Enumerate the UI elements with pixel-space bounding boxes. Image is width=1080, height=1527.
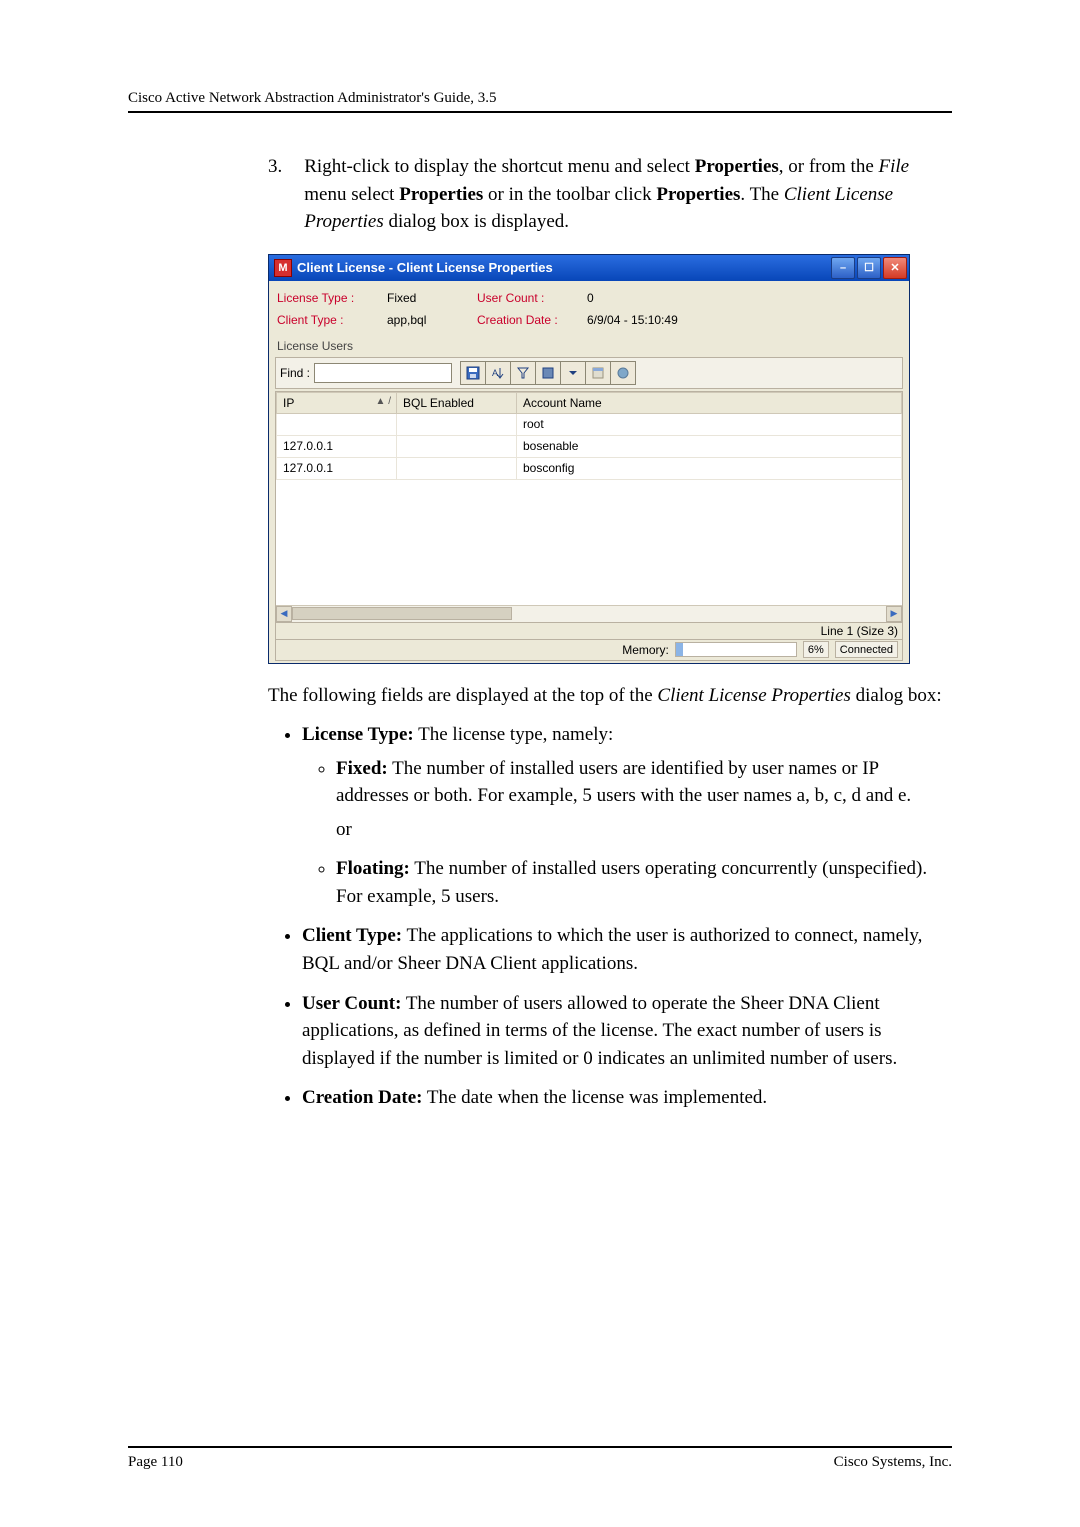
t: The number of installed users are identi… xyxy=(336,758,911,807)
table-row[interactable]: root xyxy=(277,413,902,435)
dropdown-icon[interactable] xyxy=(560,361,586,385)
t: , or from the xyxy=(779,156,879,177)
t: Client Type: xyxy=(302,925,402,946)
scroll-right-icon[interactable]: ▶ xyxy=(886,606,902,622)
page-footer: Page 110 Cisco Systems, Inc. xyxy=(128,1446,952,1471)
col-ip[interactable]: IP ▲ / xyxy=(277,392,397,413)
t: Properties xyxy=(656,184,740,205)
filter-icon[interactable] xyxy=(510,361,536,385)
t: Creation Date: xyxy=(302,1087,422,1108)
status-bar: Memory: 6% Connected xyxy=(275,640,903,661)
table-row[interactable]: 127.0.0.1 bosconfig xyxy=(277,457,902,479)
horizontal-scrollbar[interactable]: ◀ ▶ xyxy=(276,605,902,622)
t: menu select xyxy=(304,184,399,205)
memory-bar xyxy=(675,642,797,657)
t: or in the toolbar click xyxy=(483,184,656,205)
t: The following fields are displayed at th… xyxy=(268,685,657,706)
col-bql[interactable]: BQL Enabled xyxy=(397,392,517,413)
scroll-left-icon[interactable]: ◀ xyxy=(276,606,292,622)
cell-acct: bosconfig xyxy=(517,457,902,479)
license-type-label: License Type : xyxy=(277,291,387,305)
status-dot-icon[interactable] xyxy=(610,361,636,385)
user-count-value: 0 xyxy=(587,291,594,305)
find-input[interactable] xyxy=(314,363,452,383)
footer-left: Page 110 xyxy=(128,1454,183,1471)
find-label: Find : xyxy=(280,366,310,380)
license-type-value: Fixed xyxy=(387,291,477,305)
list-item: Client Type: The applications to which t… xyxy=(302,922,952,977)
memory-percent: 6% xyxy=(803,641,829,658)
save-icon[interactable] xyxy=(460,361,486,385)
list-item: Fixed: The number of installed users are… xyxy=(336,755,952,844)
cell-ip: 127.0.0.1 xyxy=(277,435,397,457)
list-item: License Type: The license type, namely: … xyxy=(302,721,952,910)
doc-header: Cisco Active Network Abstraction Adminis… xyxy=(128,90,952,111)
client-type-value: app,bql xyxy=(387,313,477,327)
cell-bql xyxy=(397,435,517,457)
step-3: 3. Right-click to display the shortcut m… xyxy=(268,153,952,236)
t: Properties xyxy=(695,156,779,177)
list-item: Floating: The number of installed users … xyxy=(336,855,952,910)
t: The number of installed users operating … xyxy=(336,858,927,907)
list-item: User Count: The number of users allowed … xyxy=(302,990,952,1073)
cell-bql xyxy=(397,413,517,435)
license-users-table: IP ▲ / BQL Enabled Account Name xyxy=(275,391,903,623)
list-item: Creation Date: The date when the license… xyxy=(302,1084,952,1112)
cell-acct: bosenable xyxy=(517,435,902,457)
fields-panel: License Type : Fixed User Count : 0 Clie… xyxy=(275,285,903,337)
toolbar: Find : A xyxy=(275,357,903,389)
connection-status: Connected xyxy=(835,641,898,658)
t: Client License Properties xyxy=(657,685,851,706)
svg-text:A: A xyxy=(492,368,498,378)
license-users-group-label: License Users xyxy=(275,337,903,355)
maximize-button[interactable]: ☐ xyxy=(857,257,881,279)
properties-icon[interactable] xyxy=(585,361,611,385)
cell-ip: 127.0.0.1 xyxy=(277,457,397,479)
client-type-label: Client Type : xyxy=(277,313,387,327)
fields-intro: The following fields are displayed at th… xyxy=(268,682,952,710)
window-title: Client License - Client License Properti… xyxy=(297,260,831,275)
user-count-label: User Count : xyxy=(477,291,587,305)
t: Properties xyxy=(399,184,483,205)
t: The license type, namely: xyxy=(414,724,614,745)
cell-bql xyxy=(397,457,517,479)
or-text: or xyxy=(336,816,952,844)
t: The date when the license was implemente… xyxy=(422,1087,767,1108)
step-text: Right-click to display the shortcut menu… xyxy=(304,153,952,236)
t: dialog box is displayed. xyxy=(384,211,569,232)
client-license-window: M Client License - Client License Proper… xyxy=(268,254,910,664)
t: File xyxy=(879,156,910,177)
cell-acct: root xyxy=(517,413,902,435)
col-ip-label: IP xyxy=(283,396,294,410)
creation-date-label: Creation Date : xyxy=(477,313,587,327)
t: User Count: xyxy=(302,993,401,1014)
table-row[interactable]: 127.0.0.1 bosenable xyxy=(277,435,902,457)
cell-ip xyxy=(277,413,397,435)
panel-icon[interactable] xyxy=(535,361,561,385)
titlebar[interactable]: M Client License - Client License Proper… xyxy=(269,255,909,281)
footer-right: Cisco Systems, Inc. xyxy=(834,1454,952,1471)
memory-label: Memory: xyxy=(622,643,669,657)
t: Fixed: xyxy=(336,758,388,779)
scroll-thumb[interactable] xyxy=(292,607,512,620)
header-separator xyxy=(128,111,952,113)
t: License Type: xyxy=(302,724,414,745)
creation-date-value: 6/9/04 - 15:10:49 xyxy=(587,313,678,327)
fields-list: License Type: The license type, namely: … xyxy=(268,721,952,1112)
col-account[interactable]: Account Name xyxy=(517,392,902,413)
step-number: 3. xyxy=(268,153,282,236)
sort-icon[interactable]: A xyxy=(485,361,511,385)
app-icon: M xyxy=(274,259,292,277)
line-counter: Line 1 (Size 3) xyxy=(275,623,903,640)
close-button[interactable]: ✕ xyxy=(883,257,907,279)
t: Right-click to display the shortcut menu… xyxy=(304,156,694,177)
scroll-track[interactable] xyxy=(292,606,886,622)
sort-indicator-icon: ▲ / xyxy=(376,396,391,407)
minimize-button[interactable]: – xyxy=(831,257,855,279)
t: dialog box: xyxy=(851,685,942,706)
t: . The xyxy=(740,184,783,205)
t: Floating: xyxy=(336,858,410,879)
